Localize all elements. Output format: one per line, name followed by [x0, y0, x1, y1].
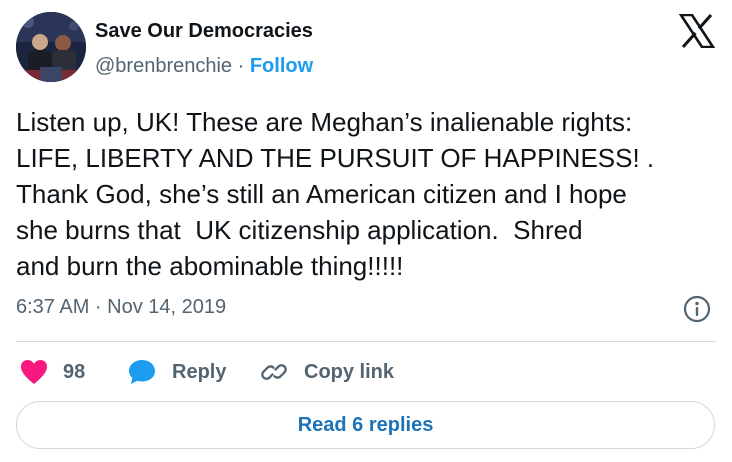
like-button[interactable]: 98 — [20, 352, 85, 392]
copy-link-label: Copy link — [304, 360, 395, 383]
info-icon[interactable] — [682, 294, 712, 324]
read-replies-label: Read 6 replies — [297, 413, 434, 436]
author-handle[interactable]: @brenbrenchie — [95, 55, 232, 77]
like-count: 98 — [63, 360, 86, 383]
reply-label: Reply — [172, 360, 227, 383]
heart-icon — [21, 360, 47, 384]
tweet-text: Listen up, UK! These are Meghan’s inalie… — [16, 104, 721, 284]
author-name[interactable]: Save Our Democracies — [95, 20, 313, 43]
link-icon — [261, 364, 287, 380]
author-meta: @brenbrenchie · Follow — [95, 55, 313, 78]
copy-link-button[interactable]: Copy link — [259, 352, 394, 392]
follow-button[interactable]: Follow — [250, 55, 313, 77]
divider — [16, 341, 716, 342]
tweet-text-line: and burn the abominable thing!!!!! — [16, 251, 404, 281]
meta-separator: · — [232, 55, 250, 77]
tweet-timestamp[interactable]: 6:37 AM · Nov 14, 2019 — [16, 296, 226, 319]
reply-button[interactable]: Reply — [127, 352, 226, 392]
speech-bubble-icon — [129, 360, 155, 384]
tweet-text-line: Listen up, UK! These are Meghan’s inalie… — [16, 107, 633, 137]
read-replies-button[interactable]: Read 6 replies — [16, 401, 715, 449]
tweet-text-line: Thank God, she’s still an American citiz… — [16, 179, 627, 209]
x-logo-icon[interactable] — [678, 13, 716, 49]
tweet-embed-card: Save Our Democracies @brenbrenchie · Fol… — [0, 0, 732, 462]
tweet-text-line: she burns that UK citizenship applicatio… — [16, 215, 583, 245]
action-bar: 98 Reply Copy link — [0, 352, 732, 392]
avatar[interactable] — [16, 12, 86, 82]
tweet-text-line: LIFE, LIBERTY AND THE PURSUIT OF HAPPINE… — [16, 143, 655, 173]
